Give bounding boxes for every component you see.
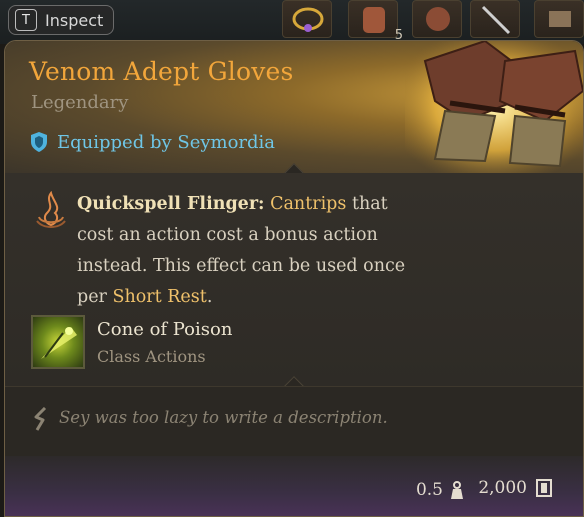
dagger-icon xyxy=(481,5,511,35)
keyword-link[interactable]: Short Rest xyxy=(113,287,207,307)
price-value: 2,000 xyxy=(478,478,527,498)
spell-name: Cone of Poison xyxy=(97,319,233,340)
inspect-key-cap: T xyxy=(15,9,37,31)
equipped-by-text: Equipped by Seymordia xyxy=(57,131,276,153)
item-rarity: Legendary xyxy=(31,92,129,113)
item-tooltip: Venom Adept Gloves Legendary Equipped by… xyxy=(4,40,584,517)
item-description: Sey was too lazy to write a description. xyxy=(59,408,388,427)
shield-icon xyxy=(31,132,47,152)
flame-hand-icon xyxy=(36,191,66,228)
weight-value: 0.5 xyxy=(415,480,443,500)
poison-cone-icon xyxy=(41,327,77,359)
tooltip-header: Venom Adept Gloves Legendary Equipped by… xyxy=(5,41,583,173)
amulet-icon xyxy=(292,7,324,32)
hotbar-slot-bag[interactable]: 5 xyxy=(348,0,403,43)
item-title: Venom Adept Gloves xyxy=(29,57,294,86)
inspect-label: Inspect xyxy=(45,10,104,30)
hotbar-slot-dagger[interactable] xyxy=(470,0,520,38)
equipped-by-label: Equipped by Seymordia xyxy=(29,131,275,153)
tooltip-body: Quickspell Flinger: Cantrips that cost a… xyxy=(5,173,583,386)
gloves-image xyxy=(405,41,583,173)
passive-description: Quickspell Flinger: Cantrips that cost a… xyxy=(77,189,427,313)
hotbar-slot-misc[interactable] xyxy=(534,0,584,38)
hotbar-strip: T Inspect 5 xyxy=(0,0,584,44)
pouch-icon xyxy=(426,7,450,31)
scroll-icon xyxy=(549,11,571,27)
passive-text-segment: . xyxy=(206,287,213,307)
gold-coin-icon xyxy=(536,479,552,497)
tooltip-footer: 0.5 2,000 xyxy=(5,456,583,516)
item-weight: 0.5 xyxy=(416,480,465,500)
hotbar-slot-amulet[interactable] xyxy=(282,0,332,38)
inspect-button[interactable]: T Inspect xyxy=(8,5,115,35)
passive-name: Quickspell Flinger: xyxy=(77,194,265,214)
item-price: 2,000 xyxy=(478,478,553,498)
weight-icon xyxy=(451,481,463,499)
keyword-link[interactable]: Cantrips xyxy=(270,194,346,214)
description-section: Sey was too lazy to write a description. xyxy=(5,386,583,456)
feather-icon xyxy=(34,407,47,431)
hotbar-slot-pouch[interactable] xyxy=(412,0,462,38)
spell-category: Class Actions xyxy=(97,347,206,366)
bag-icon xyxy=(363,7,385,33)
spell-slot[interactable] xyxy=(31,315,85,369)
